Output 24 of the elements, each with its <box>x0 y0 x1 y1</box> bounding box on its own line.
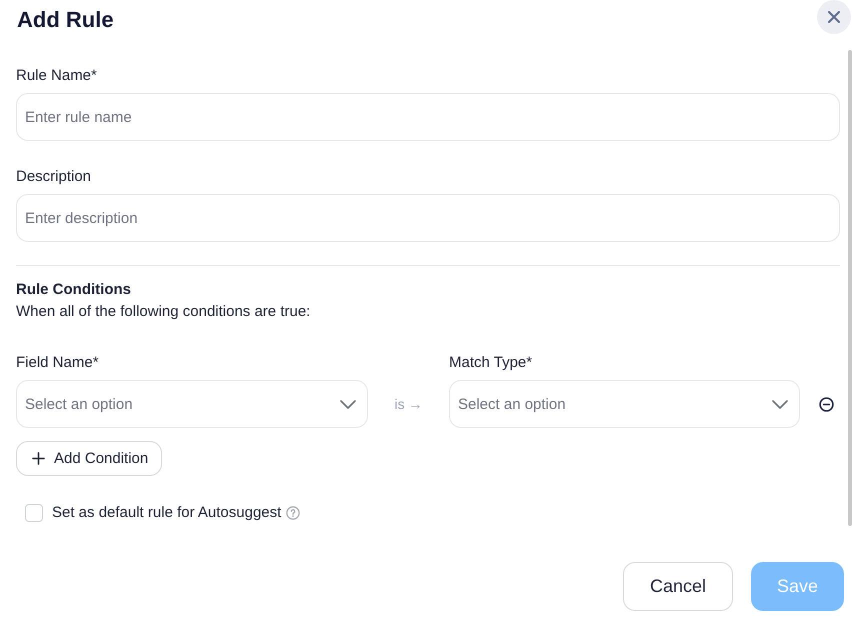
cancel-button[interactable]: Cancel <box>623 562 733 611</box>
field-label: Description <box>16 167 92 187</box>
chevron-down-icon <box>772 400 788 408</box>
field-label: Field Name* <box>16 353 99 373</box>
remove-circle-icon[interactable] <box>819 396 834 412</box>
select-field[interactable]: Select an option <box>16 380 368 428</box>
checkbox[interactable] <box>25 504 43 522</box>
help-icon[interactable] <box>286 506 300 520</box>
text-input[interactable]: Enter description <box>16 194 840 242</box>
plus-icon <box>32 452 45 465</box>
close-button[interactable] <box>817 0 851 34</box>
field-label: Match Type* <box>449 353 532 373</box>
close-icon <box>828 11 840 23</box>
section-title: Rule Conditions <box>16 280 131 300</box>
text-input[interactable]: Enter rule name <box>16 93 840 141</box>
select-field[interactable]: Select an option <box>449 380 800 428</box>
dialog-title: Add Rule <box>17 8 114 32</box>
add-condition-button[interactable]: Add Condition <box>16 441 162 476</box>
field-label: Rule Name* <box>16 66 97 86</box>
chevron-down-icon <box>340 400 356 408</box>
section-description: When all of the following conditions are true: <box>16 302 310 322</box>
scrollbar-thumb[interactable] <box>848 50 852 526</box>
operator-label: is → <box>394 396 422 412</box>
checkbox-label: Set as default rule for Autosuggest <box>52 503 282 523</box>
